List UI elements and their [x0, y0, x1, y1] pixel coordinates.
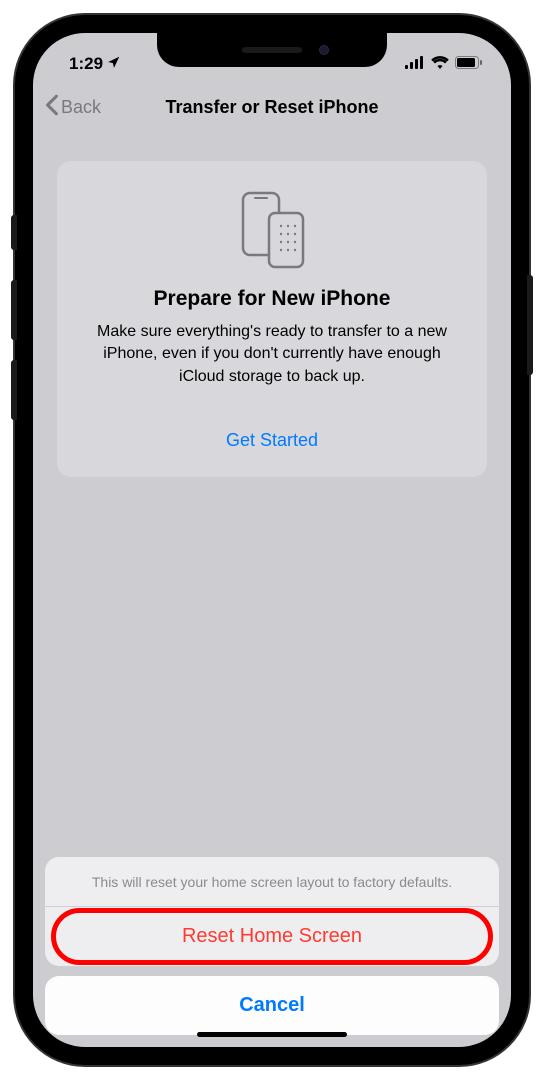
prepare-card: Prepare for New iPhone Make sure everyth…: [57, 161, 487, 477]
status-time: 1:29: [69, 54, 103, 74]
card-description: Make sure everything's ready to transfer…: [77, 321, 467, 388]
screen: 1:29: [33, 33, 511, 1047]
get-started-link[interactable]: Get Started: [77, 430, 467, 451]
back-button[interactable]: Back: [45, 94, 101, 121]
devices-icon: [77, 189, 467, 269]
page-title: Transfer or Reset iPhone: [165, 97, 378, 118]
wifi-icon: [431, 54, 449, 74]
back-label: Back: [61, 97, 101, 118]
reset-home-screen-button[interactable]: Reset Home Screen: [45, 907, 499, 966]
action-sheet-message: This will reset your home screen layout …: [45, 857, 499, 907]
location-icon: [107, 54, 121, 74]
notch: [157, 33, 387, 67]
nav-bar: Back Transfer or Reset iPhone: [33, 83, 511, 131]
reset-home-screen-label: Reset Home Screen: [182, 925, 362, 947]
home-indicator[interactable]: [197, 1032, 347, 1037]
card-title: Prepare for New iPhone: [77, 287, 467, 311]
phone-frame: 1:29: [15, 15, 529, 1065]
cancel-button[interactable]: Cancel: [45, 976, 499, 1035]
signal-icon: [405, 54, 425, 74]
action-sheet: This will reset your home screen layout …: [33, 857, 511, 1047]
battery-icon: [455, 54, 483, 74]
chevron-left-icon: [45, 94, 59, 121]
action-sheet-group: This will reset your home screen layout …: [45, 857, 499, 966]
content-area: Prepare for New iPhone Make sure everyth…: [33, 131, 511, 507]
